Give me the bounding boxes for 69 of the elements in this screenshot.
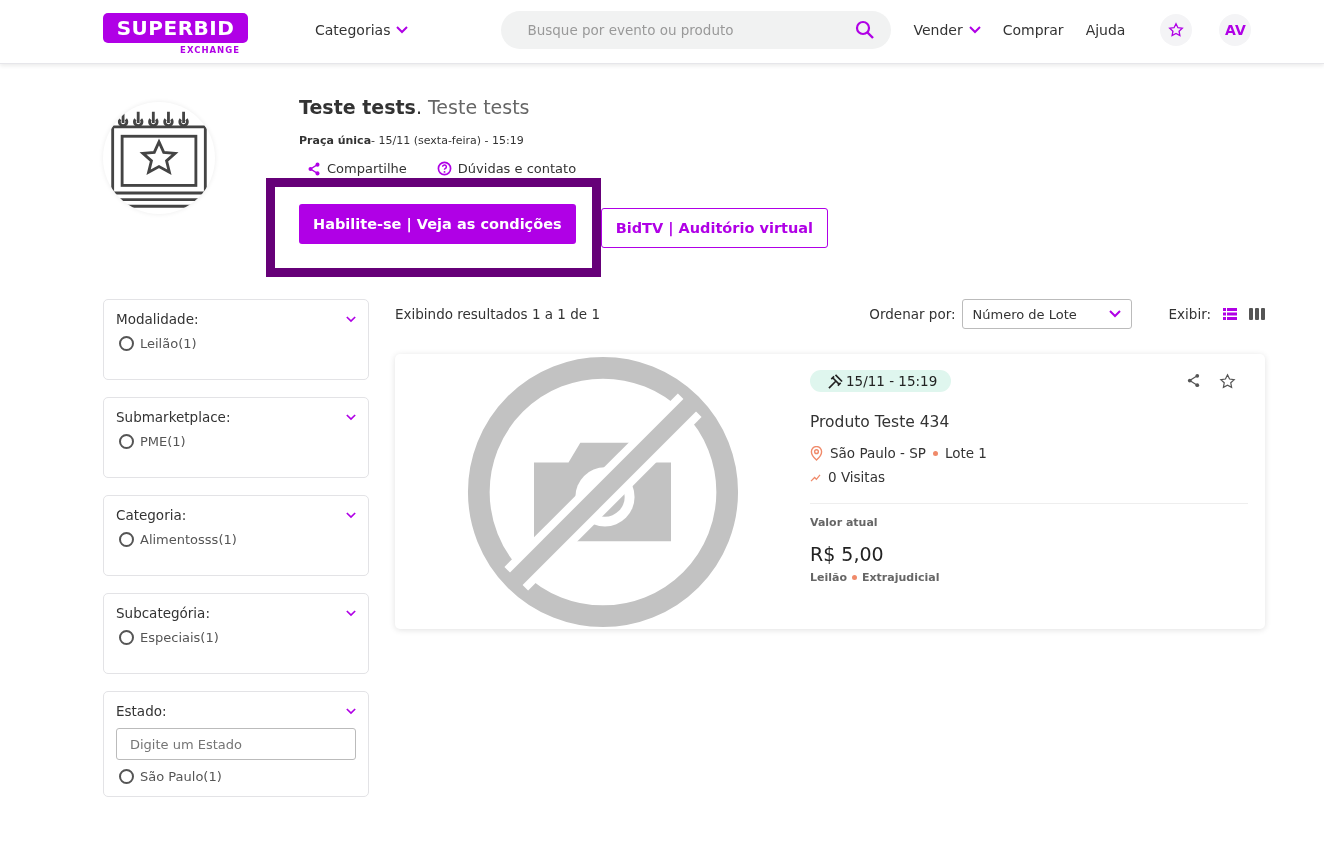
auction-modality: Leilão — [810, 571, 847, 584]
sort-dropdown[interactable]: Número de Lote — [961, 299, 1132, 329]
share-icon — [1186, 372, 1201, 388]
logo[interactable]: SUPERBID EXCHANGE — [103, 13, 248, 55]
lot-price: R$ 5,00 — [810, 543, 885, 565]
state-search-field[interactable]: Digite um Estado — [116, 728, 356, 760]
favorite-button[interactable] — [1219, 372, 1236, 390]
option-label: São Paulo(1) — [140, 769, 222, 784]
filter-title: Subcategória: — [116, 605, 210, 621]
lot-number: Lote 1 — [944, 445, 987, 461]
chevron-down-icon — [396, 26, 409, 34]
contact-link[interactable]: Dúvidas e contato — [436, 161, 577, 176]
radio-button[interactable] — [119, 532, 134, 547]
categories-menu[interactable]: Categorias — [315, 22, 409, 38]
nav-link[interactable]: Ajuda — [1085, 22, 1126, 38]
share-link[interactable]: Compartilhe — [307, 161, 407, 176]
location-pin-icon — [810, 445, 823, 461]
bidtv-button[interactable]: BidTV | Auditório virtual — [600, 207, 829, 248]
chevron-down-icon — [1108, 310, 1121, 318]
price-label: Valor atual — [810, 516, 879, 529]
radio-button[interactable] — [119, 630, 134, 645]
logo-subtitle: EXCHANGE — [180, 45, 240, 55]
share-button[interactable] — [1186, 372, 1201, 390]
question-icon — [436, 161, 452, 176]
lot-title: Produto Teste 434 — [810, 413, 951, 431]
option-label: PME(1) — [140, 434, 186, 449]
filter-title: Estado: — [116, 703, 167, 719]
auction-date-badge: 15/11 - 15:19 — [810, 370, 952, 392]
option-label: Especiais(1) — [140, 630, 219, 645]
chevron-down-icon[interactable] — [346, 511, 356, 519]
star-icon — [1168, 22, 1185, 38]
results-summary: Exibindo resultados 1 a 1 de 1 — [395, 306, 601, 322]
sort-label: Ordenar por: — [869, 306, 956, 322]
radio-button[interactable] — [119, 336, 134, 351]
nav-link[interactable]: Comprar — [1002, 22, 1064, 38]
trend-up-icon — [810, 472, 821, 482]
lot-visits: 0 Visitas — [828, 469, 885, 485]
search-input[interactable]: Busque por evento ou produto — [525, 21, 856, 39]
option-label: Alimentosss(1) — [140, 532, 237, 547]
column-view-button[interactable] — [1249, 308, 1265, 320]
list-view-button[interactable] — [1223, 308, 1237, 320]
nav-link[interactable]: Vender — [913, 22, 981, 38]
separator-dot — [932, 450, 938, 456]
chevron-down-icon[interactable] — [346, 315, 356, 323]
gavel-icon — [828, 373, 843, 389]
share-icon — [307, 161, 321, 176]
event-schedule: Praça única- 15/11 (sexta-feira) - 15:19 — [299, 134, 525, 147]
chevron-down-icon[interactable] — [346, 609, 356, 617]
enable-button[interactable]: Habilite-se | Veja as condições — [299, 204, 576, 244]
event-title: Teste tests. — [299, 96, 422, 118]
chevron-down-icon[interactable] — [346, 413, 356, 421]
radio-button[interactable] — [119, 434, 134, 449]
filter-title: Modalidade: — [116, 311, 199, 327]
favorites-button[interactable] — [1160, 14, 1193, 46]
user-avatar[interactable]: AV — [1219, 14, 1252, 46]
separator-dot — [852, 575, 857, 580]
filter-title: Categoria: — [116, 507, 187, 523]
star-icon — [1219, 372, 1236, 390]
auction-type: Extrajudicial — [862, 571, 940, 584]
search-icon — [855, 20, 876, 40]
event-subtitle: Teste tests — [428, 96, 530, 118]
chevron-down-icon[interactable] — [346, 707, 356, 715]
radio-button[interactable] — [119, 769, 134, 784]
filter-title: Submarketplace: — [116, 409, 231, 425]
logo-wordmark: SUPERBID — [103, 13, 248, 43]
option-label: Leilão(1) — [140, 336, 197, 351]
view-label: Exibir: — [1168, 306, 1211, 322]
lot-location: São Paulo - SP — [830, 445, 926, 461]
search-field[interactable]: Busque por evento ou produto — [501, 11, 892, 49]
